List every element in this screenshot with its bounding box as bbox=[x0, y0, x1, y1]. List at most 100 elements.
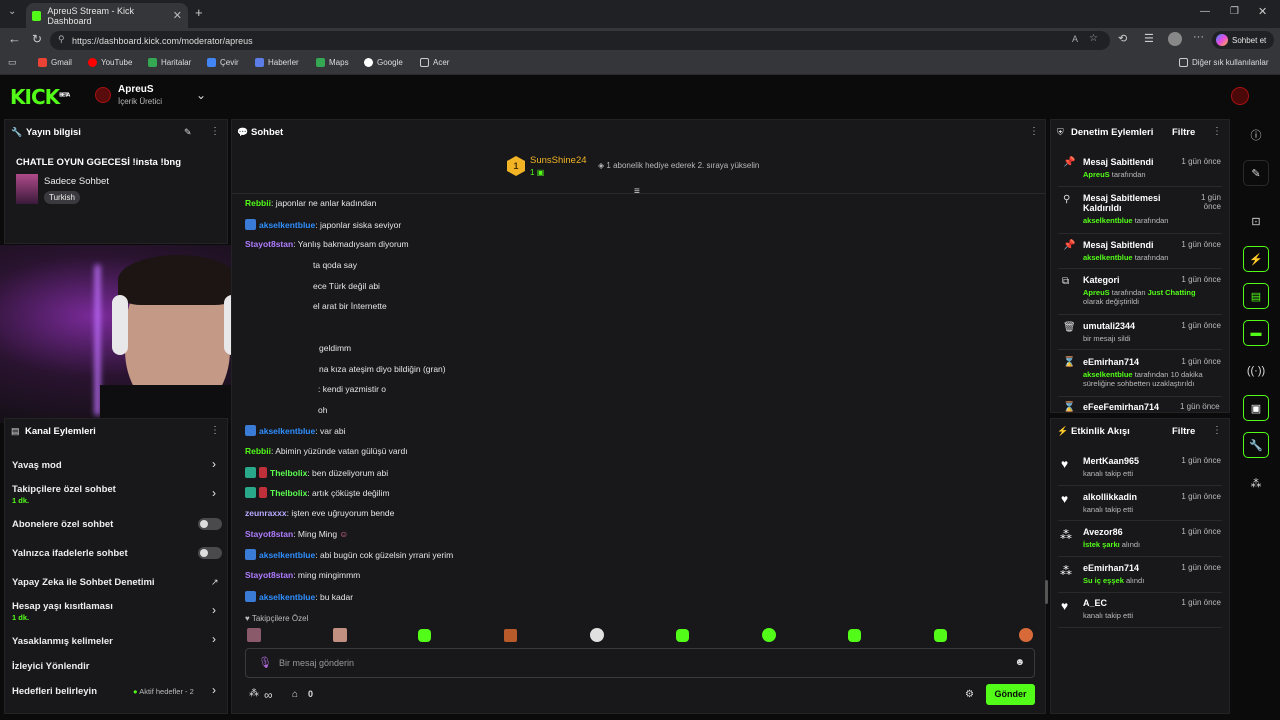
info-icon[interactable]: ⓘ bbox=[1243, 122, 1269, 148]
favorites-icon[interactable]: ☰ bbox=[1144, 32, 1154, 45]
more-options-icon[interactable]: ⋮ bbox=[1212, 425, 1222, 436]
edit-pencil-icon[interactable]: ✎ bbox=[1243, 160, 1269, 186]
emote-icon[interactable] bbox=[934, 629, 947, 642]
emote-icon[interactable] bbox=[333, 628, 347, 642]
bookmark-haberler[interactable]: Haberler bbox=[255, 58, 299, 67]
emote-icon[interactable] bbox=[247, 628, 261, 642]
mod-action-actor[interactable]: akselkentblue bbox=[1083, 253, 1133, 262]
subscribers-only-toggle[interactable] bbox=[198, 518, 222, 530]
close-tab-icon[interactable]: ✕ bbox=[173, 9, 182, 22]
chat-scrollbar[interactable] bbox=[1045, 580, 1048, 604]
chat-username[interactable]: akselkentblue bbox=[259, 592, 315, 602]
ai-moderation-label[interactable]: Yapay Zeka ile Sohbet Denetimi bbox=[12, 577, 155, 588]
chat-input[interactable]: 🎙 Bir mesaj gönderin ☻ bbox=[245, 648, 1035, 678]
send-button[interactable]: Gönder bbox=[986, 684, 1035, 705]
chat-username[interactable]: akselkentblue bbox=[259, 220, 315, 230]
bookmark-other[interactable]: Diğer sık kullanılanlar bbox=[1179, 58, 1268, 67]
extensions-icon[interactable]: ⟲ bbox=[1118, 32, 1127, 45]
emote-icon[interactable] bbox=[590, 628, 604, 642]
back-icon[interactable]: ← bbox=[8, 31, 21, 46]
more-options-icon[interactable]: ⋮ bbox=[210, 425, 220, 436]
bookmark-google[interactable]: Google bbox=[364, 58, 403, 67]
emote-icon[interactable] bbox=[1019, 628, 1033, 642]
bookmark-youtube[interactable]: YouTube bbox=[88, 58, 132, 67]
channel-switch-chevron-icon[interactable]: ⌄ bbox=[196, 88, 206, 102]
wrench-icon[interactable]: 🔧 bbox=[1243, 432, 1269, 458]
account-age-label[interactable]: Hesap yaşı kısıtlaması bbox=[12, 601, 113, 612]
bookmark-cevir[interactable]: Çevir bbox=[207, 58, 239, 67]
store-icon[interactable]: ⌂ bbox=[292, 689, 298, 700]
mod-action-actor[interactable]: akselkentblue bbox=[1083, 216, 1133, 225]
mod-action-actor[interactable]: akselkentblue bbox=[1083, 370, 1133, 379]
profile-avatar[interactable] bbox=[1168, 32, 1182, 46]
chat-username[interactable]: Thelbolix bbox=[270, 468, 307, 478]
mod-action-actor[interactable]: ApreuS bbox=[1083, 170, 1110, 179]
bookmark-maps[interactable]: Maps bbox=[316, 58, 349, 67]
chevron-right-icon[interactable]: › bbox=[212, 486, 216, 500]
banned-words-label[interactable]: Yasaklanmış kelimeler bbox=[12, 636, 113, 647]
emote-icon[interactable] bbox=[676, 629, 689, 642]
category-thumbnail[interactable] bbox=[16, 174, 38, 204]
top-gifter-name[interactable]: SunsShine24 bbox=[530, 155, 587, 166]
new-tab-icon[interactable]: + bbox=[195, 5, 203, 20]
emotes-only-toggle[interactable] bbox=[198, 547, 222, 559]
screenshot-icon[interactable]: ⊡ bbox=[1243, 208, 1269, 234]
chat-username[interactable]: Thelbolix bbox=[270, 488, 307, 498]
external-link-icon[interactable]: ↗ bbox=[211, 577, 219, 588]
chat-settings-gear-icon[interactable]: ⚙ bbox=[965, 689, 974, 700]
broadcast-icon[interactable]: ((·)) bbox=[1243, 358, 1269, 384]
favorite-star-icon[interactable]: ☆ bbox=[1089, 33, 1098, 44]
points-icon[interactable]: ⁂ bbox=[249, 688, 259, 699]
chat-username[interactable]: zeunraxxx bbox=[245, 508, 287, 518]
followers-only-label[interactable]: Takipçilere özel sohbet bbox=[12, 484, 116, 495]
browser-tab[interactable]: ApreuS Stream - Kick Dashboard ✕ bbox=[26, 3, 188, 28]
mod-view-icon[interactable]: ▣ bbox=[1243, 395, 1269, 421]
reading-view-icon[interactable]: ▭ bbox=[8, 57, 17, 68]
bookmark-haritalar[interactable]: Haritalar bbox=[148, 58, 191, 67]
chevron-right-icon[interactable]: › bbox=[212, 683, 216, 697]
microphone-icon[interactable]: 🎙 bbox=[258, 656, 272, 669]
minimize-icon[interactable]: — bbox=[1200, 6, 1210, 17]
more-options-icon[interactable]: ⋮ bbox=[1212, 126, 1222, 137]
channel-avatar[interactable] bbox=[95, 87, 111, 103]
chat-username[interactable]: Rebbii bbox=[245, 446, 271, 456]
chat-username[interactable]: akselkentblue bbox=[259, 426, 315, 436]
bookmark-acer[interactable]: Acer bbox=[420, 58, 449, 67]
more-menu-icon[interactable]: ··· bbox=[1193, 31, 1204, 43]
expand-pinned-icon[interactable]: ≡ bbox=[634, 186, 640, 197]
tab-list-icon[interactable]: ⌄ bbox=[8, 6, 16, 17]
user-avatar[interactable] bbox=[1231, 87, 1249, 105]
chat-username[interactable]: Stayot8stan bbox=[245, 239, 293, 249]
chat-username[interactable]: Stayot8stan bbox=[245, 570, 293, 580]
copilot-button[interactable]: Sohbet et bbox=[1212, 31, 1274, 49]
chat-username[interactable]: akselkentblue bbox=[259, 550, 315, 560]
bookmark-gmail[interactable]: Gmail bbox=[38, 58, 72, 67]
activity-filter-button[interactable]: Filtre bbox=[1172, 426, 1195, 437]
chat-username[interactable]: Rebbii bbox=[245, 198, 271, 208]
emote-icon[interactable] bbox=[504, 629, 517, 642]
close-window-icon[interactable]: ✕ bbox=[1258, 5, 1267, 18]
chat-bubble-icon[interactable]: ▬ bbox=[1243, 320, 1269, 346]
emote-icon[interactable] bbox=[418, 629, 431, 642]
mod-filter-button[interactable]: Filtre bbox=[1172, 127, 1195, 138]
refresh-icon[interactable]: ↻ bbox=[32, 32, 42, 46]
mod-action-category[interactable]: Just Chatting bbox=[1148, 288, 1196, 297]
notes-icon[interactable]: ▤ bbox=[1243, 283, 1269, 309]
emote-icon[interactable] bbox=[848, 629, 861, 642]
chevron-right-icon[interactable]: › bbox=[212, 632, 216, 646]
lightning-icon[interactable]: ⚡ bbox=[1243, 246, 1269, 272]
kick-logo[interactable]: KICKBETA bbox=[10, 85, 70, 109]
maximize-icon[interactable]: ❐ bbox=[1230, 6, 1239, 17]
read-aloud-icon[interactable]: A bbox=[1072, 34, 1078, 44]
chevron-right-icon[interactable]: › bbox=[212, 603, 216, 617]
more-options-icon[interactable]: ⋮ bbox=[210, 126, 220, 137]
language-tag[interactable]: Turkish bbox=[44, 191, 80, 204]
set-goals-label[interactable]: Hedefleri belirleyin bbox=[12, 686, 97, 697]
chevron-right-icon[interactable]: › bbox=[212, 457, 216, 471]
emoji-picker-icon[interactable]: ☻ bbox=[1014, 657, 1025, 668]
raid-label[interactable]: İzleyici Yönlendir bbox=[12, 661, 89, 672]
more-options-icon[interactable]: ⋮ bbox=[1029, 126, 1039, 137]
slow-mode-label[interactable]: Yavaş mod bbox=[12, 460, 62, 471]
mod-action-actor[interactable]: ApreuS bbox=[1083, 288, 1110, 297]
url-field[interactable]: ⚲ https://dashboard.kick.com/moderator/a… bbox=[50, 31, 1110, 50]
